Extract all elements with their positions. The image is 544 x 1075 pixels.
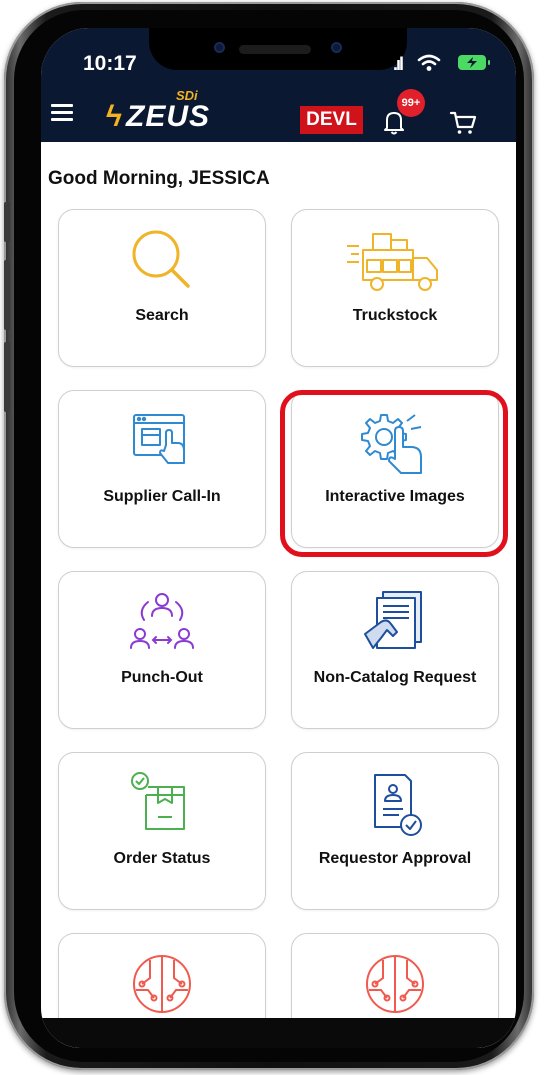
punch-out-users-icon (130, 593, 194, 649)
tile-label: Punch-Out (121, 669, 203, 686)
speaker-grille (239, 45, 311, 54)
tile-search[interactable]: Search (58, 209, 266, 367)
wifi-icon (417, 54, 441, 71)
cart-icon[interactable] (449, 110, 477, 136)
tile-label: Search (135, 307, 189, 324)
circuit-icon (133, 955, 191, 1013)
app-screen: 10:17 .ıl ϟ ZEUS SDi DEVL 99+ Good Morni… (41, 28, 516, 1048)
camera-dot (214, 42, 225, 53)
search-icon (132, 230, 190, 288)
environment-badge: DEVL (300, 106, 363, 134)
greeting-text: Good Morning, JESSICA (48, 168, 270, 189)
tile-label: Interactive Images (325, 488, 465, 505)
app-header: ϟ ZEUS SDi DEVL 99+ (41, 78, 516, 142)
tile-punch-out[interactable]: Punch-Out (58, 571, 266, 729)
menu-icon[interactable] (51, 104, 73, 122)
signal-icon: .ıl (393, 54, 404, 74)
status-time: 10:17 (83, 52, 137, 75)
battery-icon (458, 55, 490, 70)
brand-name: ZEUS (126, 100, 211, 133)
tile-supplier-call-in[interactable]: Supplier Call-In (58, 390, 266, 548)
phone-side-button (4, 202, 10, 242)
sensor-dot (331, 42, 342, 53)
zeus-logo[interactable]: ϟ ZEUS SDi (106, 88, 216, 134)
catalog-hand-icon (364, 591, 422, 649)
gear-hand-icon (361, 414, 422, 474)
circuit-icon (366, 955, 424, 1013)
phone-side-button (4, 260, 10, 330)
bolt-icon: ϟ (106, 100, 122, 133)
approval-document-icon (374, 774, 422, 836)
tile-truckstock[interactable]: Truckstock (291, 209, 499, 367)
status-bar: 10:17 .ıl (41, 28, 516, 78)
tile-label: Truckstock (352, 307, 438, 324)
tile-label: Order Status (113, 850, 211, 867)
tile-interactive-images[interactable]: Interactive Images (291, 390, 499, 548)
bottom-bezel (41, 1018, 516, 1048)
brand-super: SDi (176, 88, 198, 103)
tile-label: Non-Catalog Request (313, 669, 477, 686)
phone-notch (149, 28, 407, 70)
tile-requestor-approval[interactable]: Requestor Approval (291, 752, 499, 910)
phone-side-button (4, 342, 10, 412)
order-box-icon (131, 772, 185, 830)
truck-icon (347, 233, 438, 291)
notification-count-badge: 99+ (397, 89, 425, 117)
tile-order-status[interactable]: Order Status (58, 752, 266, 910)
tile-label: Requestor Approval (318, 850, 472, 867)
tile-non-catalog-request[interactable]: Non-Catalog Request (291, 571, 499, 729)
tile-label: Supplier Call-In (103, 488, 221, 505)
supplier-call-in-icon (133, 414, 185, 464)
